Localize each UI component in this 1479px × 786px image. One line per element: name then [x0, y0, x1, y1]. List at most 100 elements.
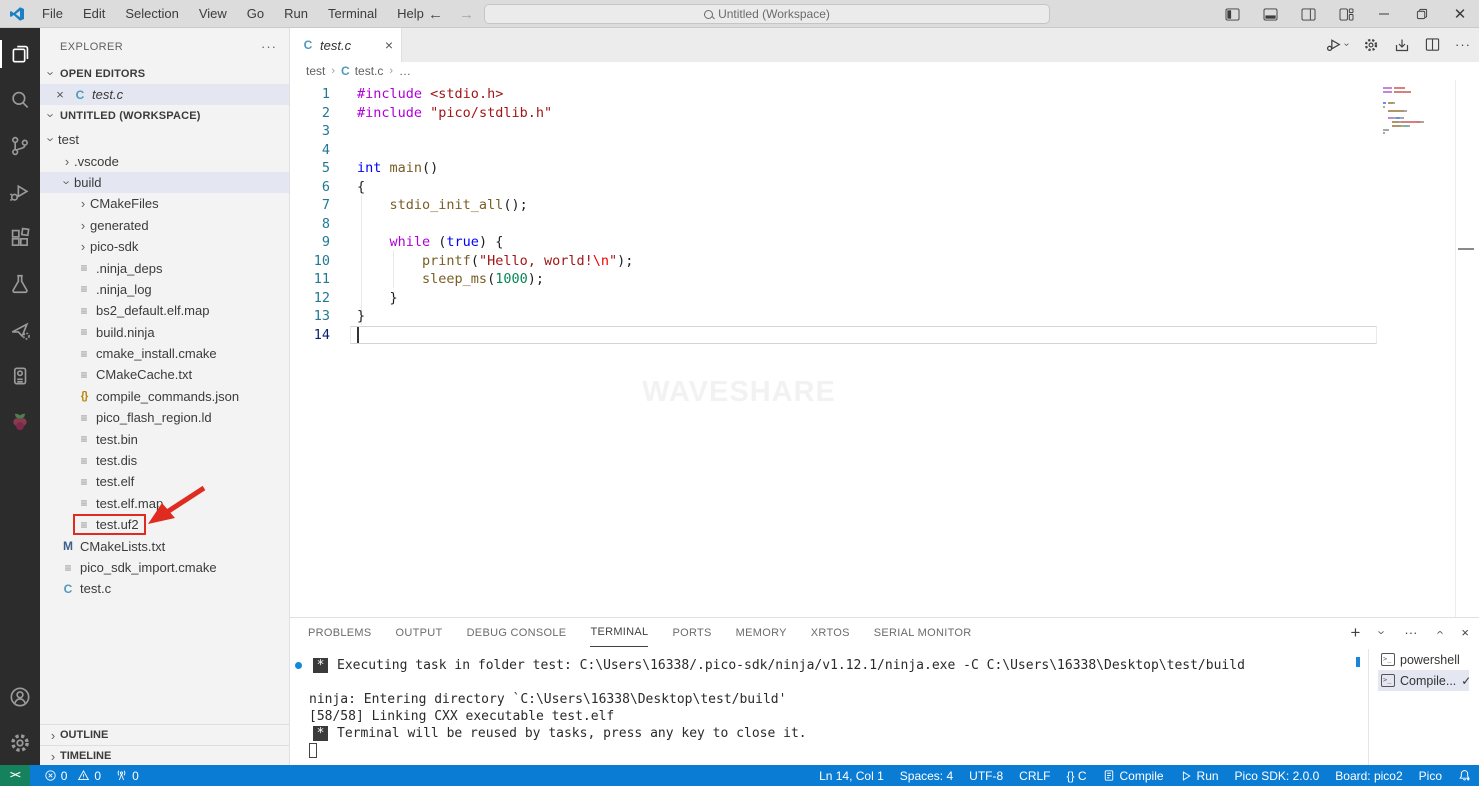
activitybar-extensions[interactable] [0, 226, 40, 250]
activitybar-search[interactable] [0, 88, 40, 112]
panel-tab-serial-monitor[interactable]: SERIAL MONITOR [874, 618, 972, 647]
run-or-debug-button[interactable]: › [1326, 36, 1352, 53]
editor-more-actions[interactable]: ··· [1455, 37, 1471, 52]
panel-tab-memory[interactable]: MEMORY [736, 618, 787, 647]
activitybar-source-control[interactable] [0, 134, 40, 158]
flash-project-button[interactable] [1394, 37, 1410, 53]
tree-item-cmakefiles[interactable]: › CMakeFiles [40, 193, 289, 214]
activitybar-testing[interactable] [0, 272, 40, 296]
menu-view[interactable]: View [190, 3, 236, 24]
tree-item-ninja-deps[interactable]: ≡ .ninja_deps [40, 257, 289, 278]
panel-tab-xrtos[interactable]: XRTOS [811, 618, 850, 647]
outline-section[interactable]: › OUTLINE [40, 724, 289, 745]
panel-more-actions[interactable]: ··· [1404, 625, 1417, 640]
remote-indicator[interactable]: >< [0, 765, 30, 786]
customize-layout-icon[interactable] [1327, 0, 1365, 28]
ports-indicator[interactable]: 0 [115, 769, 139, 783]
tree-item-test-bin[interactable]: ≡ test.bin [40, 428, 289, 449]
menu-edit[interactable]: Edit [74, 3, 114, 24]
editor-settings-gear[interactable] [1363, 37, 1379, 53]
indentation[interactable]: Spaces: 4 [900, 769, 953, 783]
breadcrumb-folder[interactable]: test [306, 64, 325, 78]
split-editor-button[interactable] [1425, 37, 1440, 52]
activitybar-accounts[interactable] [0, 685, 40, 709]
tree-item-build[interactable]: › build [40, 171, 289, 194]
activitybar-settings[interactable] [0, 731, 40, 755]
panel-tab-problems[interactable]: PROBLEMS [308, 618, 372, 647]
tree-item-pico-sdk-import-cmake[interactable]: ≡ pico_sdk_import.cmake [40, 557, 289, 578]
panel-tab-debug-console[interactable]: DEBUG CONSOLE [467, 618, 567, 647]
activitybar-raspberry-pi[interactable] [0, 410, 40, 434]
nav-forward-arrow[interactable]: → [459, 6, 474, 23]
layout-panel-icon[interactable] [1251, 0, 1289, 28]
tree-item-test-uf2[interactable]: ≡ test.uf2 [40, 514, 289, 536]
minimap[interactable] [1383, 86, 1443, 139]
panel-tab-ports[interactable]: PORTS [672, 618, 711, 647]
menu-go[interactable]: Go [238, 3, 273, 24]
tree-item-test-dis[interactable]: ≡ test.dis [40, 450, 289, 471]
layout-sidebar-right-icon[interactable] [1289, 0, 1327, 28]
terminal-item-compile[interactable]: >_ Compile... ✓ [1378, 670, 1471, 691]
board[interactable]: Board: pico2 [1335, 769, 1402, 783]
terminal-output[interactable]: * Executing task in folder test: C:\Users… [290, 647, 1366, 766]
tree-item-test[interactable]: › test [40, 129, 289, 150]
tree-item-test-elf-map[interactable]: ≡ test.elf.map [40, 493, 289, 514]
tree-item-test-c[interactable]: Ctest.c [40, 578, 289, 599]
tree-item-cmakecache-txt[interactable]: ≡ CMakeCache.txt [40, 364, 289, 385]
breadcrumb-symbol[interactable]: … [399, 64, 411, 78]
maximize-panel-icon[interactable]: › [1432, 626, 1447, 640]
code-editor[interactable]: 1 #include <stdio.h> 2 #include "pico/stdli… [290, 80, 1479, 617]
tree-item-build-ninja[interactable]: ≡ build.ninja [40, 322, 289, 343]
close-button[interactable]: ✕ [1441, 0, 1479, 28]
activitybar-run-and-debug[interactable] [0, 180, 40, 204]
open-editor-test-c[interactable]: × C test.c [40, 84, 289, 105]
activitybar-explorer[interactable] [0, 40, 40, 68]
notifications-bell[interactable] [1458, 769, 1471, 782]
explorer-more-actions[interactable]: ··· [261, 39, 277, 54]
menu-file[interactable]: File [33, 3, 72, 24]
tree-item-compile-commands-json[interactable]: {} compile_commands.json [40, 386, 289, 407]
terminal-dropdown-icon[interactable]: › [1375, 626, 1390, 640]
tree-item-pico-flash-region-ld[interactable]: ≡ pico_flash_region.ld [40, 407, 289, 428]
breadcrumb[interactable]: test › C test.c › … [290, 62, 1479, 80]
timeline-section[interactable]: › TIMELINE [40, 745, 289, 765]
close-icon[interactable]: × [52, 87, 68, 102]
menu-help[interactable]: Help [388, 3, 433, 24]
activitybar-pico-pinout[interactable] [0, 364, 40, 388]
tree-item-test-elf[interactable]: ≡ test.elf [40, 471, 289, 492]
tab-close-icon[interactable]: × [385, 37, 393, 53]
tree-item-cmake-install-cmake[interactable]: ≡ cmake_install.cmake [40, 343, 289, 364]
menu-selection[interactable]: Selection [116, 3, 187, 24]
activitybar-cmake-tools[interactable] [0, 318, 40, 342]
workspace-header[interactable]: › UNTITLED (WORKSPACE) [40, 105, 289, 126]
terminal-item-powershell[interactable]: >_ powershell [1378, 649, 1469, 670]
restore-button[interactable] [1403, 0, 1441, 28]
language-mode[interactable]: {} C [1067, 769, 1087, 783]
compile-button[interactable]: Compile [1103, 769, 1164, 783]
pico-sdk-version[interactable]: Pico SDK: 2.0.0 [1235, 769, 1320, 783]
menu-run[interactable]: Run [275, 3, 317, 24]
tree-item-ninja-log[interactable]: ≡ .ninja_log [40, 279, 289, 300]
encoding[interactable]: UTF-8 [969, 769, 1003, 783]
eol[interactable]: CRLF [1019, 769, 1050, 783]
tree-item-pico-sdk[interactable]: › pico-sdk [40, 236, 289, 257]
tab-test-c[interactable]: C test.c × [290, 28, 402, 62]
new-terminal-button[interactable]: + [1350, 623, 1360, 643]
tree-item-vscode[interactable]: › .vscode [40, 150, 289, 171]
panel-tab-output[interactable]: OUTPUT [396, 618, 443, 647]
tree-item-generated[interactable]: › generated [40, 215, 289, 236]
command-center-search[interactable]: Untitled (Workspace) [484, 4, 1050, 24]
scrollbar-marker[interactable] [1458, 248, 1474, 250]
minimize-button[interactable] [1365, 0, 1403, 28]
problems-indicator[interactable]: 0 0 [44, 769, 101, 783]
panel-tab-terminal[interactable]: TERMINAL [590, 618, 649, 647]
tree-item-bs2-default-elf-map[interactable]: ≡ bs2_default.elf.map [40, 300, 289, 321]
run-button[interactable]: Run [1180, 769, 1219, 783]
menu-terminal[interactable]: Terminal [319, 3, 386, 24]
layout-sidebar-left-icon[interactable] [1213, 0, 1251, 28]
cursor-position[interactable]: Ln 14, Col 1 [819, 769, 884, 783]
open-editors-header[interactable]: › OPEN EDITORS [40, 63, 289, 84]
tree-item-cmakelists-txt[interactable]: M CMakeLists.txt [40, 535, 289, 556]
breadcrumb-file[interactable]: test.c [355, 64, 384, 78]
nav-back-arrow[interactable]: ← [428, 6, 443, 23]
